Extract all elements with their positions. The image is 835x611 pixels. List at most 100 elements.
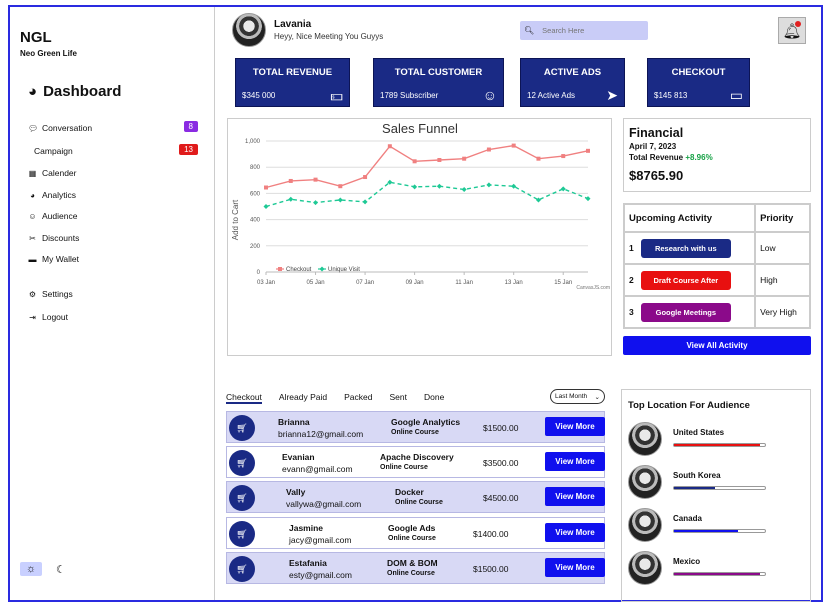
wallet-icon: ▬ xyxy=(28,254,37,264)
stat-value: 12 Active Ads xyxy=(527,91,576,100)
view-more-button[interactable]: View More xyxy=(545,523,605,542)
stat-value: 1789 Subscriber xyxy=(380,90,439,100)
sidebar-item-conversation[interactable]: 💬︎ Conversation 8 xyxy=(28,121,198,133)
tab-sent[interactable]: Sent xyxy=(389,392,407,404)
sidebar: NGL Neo Green Life ◕ Dashboard 💬︎ Conversa… xyxy=(10,7,215,600)
moon-icon[interactable]: ☾ xyxy=(56,563,66,576)
customer-email: esty@gmail.com xyxy=(289,570,352,580)
view-more-button[interactable]: View More xyxy=(545,452,605,471)
x-tick-label: 07 Jan xyxy=(356,280,374,286)
legend-label: Checkout xyxy=(286,267,312,273)
sidebar-item-campaign[interactable]: Campaign 13 xyxy=(34,144,198,156)
stat-card-ads[interactable]: ACTIVE ADS 12 Active Ads ➤ xyxy=(520,58,625,107)
stat-card-customer[interactable]: TOTAL CUSTOMER 1789 Subscriber ☺ xyxy=(373,58,504,107)
activity-header: Upcoming Activity xyxy=(622,203,757,233)
sidebar-item-logout[interactable]: ⇥ Logout xyxy=(28,312,198,322)
data-point xyxy=(437,157,442,162)
customer-email: vallywa@gmail.com xyxy=(286,499,362,509)
order-tabs: Checkout Already Paid Packed Sent Done xyxy=(226,392,444,404)
location-bar-fill xyxy=(674,487,715,489)
sidebar-item-calender[interactable]: ▦ Calender xyxy=(28,168,198,178)
stat-card-checkout[interactable]: CHECKOUT $145 813 ▭ xyxy=(647,58,750,107)
search-icon[interactable]: 🔍︎ xyxy=(524,26,534,35)
course-type: Online Course xyxy=(391,429,439,436)
sidebar-item-label: Settings xyxy=(42,289,73,299)
tab-packed[interactable]: Packed xyxy=(344,392,372,404)
revenue-label: Total Revenue xyxy=(629,153,684,162)
order-row: 🛒︎ Vally vallywa@gmail.com Docker Online… xyxy=(226,481,605,513)
activity-row: 1 Research with us Low xyxy=(622,231,811,265)
stat-label: CHECKOUT xyxy=(671,67,726,78)
user-name: Lavania xyxy=(274,19,312,30)
period-filter[interactable]: Last Month ⌄ xyxy=(550,389,605,404)
financial-card: Financial April 7, 2023 Total Revenue +8… xyxy=(623,118,811,192)
chart-credit: CanvasJS.com xyxy=(576,285,610,291)
view-all-activity-button[interactable]: View All Activity xyxy=(623,336,811,355)
data-point xyxy=(313,200,319,206)
locations-title: Top Location For Audience xyxy=(628,400,750,411)
cart-icon: 🛒︎ xyxy=(229,521,255,547)
sidebar-item-analytics[interactable]: ◕ Analytics xyxy=(28,190,198,200)
avatar xyxy=(628,465,662,499)
brand-subtitle: Neo Green Life xyxy=(20,49,77,58)
data-point xyxy=(511,143,516,148)
activity-button[interactable]: Draft Course After xyxy=(640,270,731,290)
notification-button[interactable]: 🔔︎ xyxy=(778,17,806,44)
course-name: DOM & BOM xyxy=(387,558,438,568)
sidebar-item-label: Logout xyxy=(42,312,68,322)
view-more-button[interactable]: View More xyxy=(545,487,605,506)
financial-amount: $8765.90 xyxy=(629,168,684,183)
sidebar-item-audience[interactable]: ☺ Audience xyxy=(28,211,198,221)
sidebar-item-label: Analytics xyxy=(42,190,77,200)
avatar[interactable] xyxy=(232,13,266,47)
course-type: Online Course xyxy=(395,499,443,506)
campaign-badge: 13 xyxy=(179,144,198,155)
activity-button[interactable]: Google Meetings xyxy=(640,302,731,322)
data-point xyxy=(264,185,268,190)
data-point xyxy=(288,196,294,202)
activity-table: Upcoming Activity Priority 1 Research wit… xyxy=(622,203,811,329)
x-tick-label: 13 Jan xyxy=(505,280,523,286)
avatar xyxy=(628,508,662,542)
x-tick-label: 15 Jan xyxy=(554,280,572,286)
course-name: Docker xyxy=(395,487,424,497)
view-more-button[interactable]: View More xyxy=(545,417,605,436)
avatar xyxy=(628,422,662,456)
chevron-down-icon: ⌄ xyxy=(594,393,600,401)
dashboard-heading[interactable]: ◕ Dashboard xyxy=(28,83,121,100)
country-name: Mexico xyxy=(673,557,701,566)
stat-label: TOTAL CUSTOMER xyxy=(394,67,483,78)
x-tick-label: 09 Jan xyxy=(406,280,424,286)
sidebar-item-discounts[interactable]: ✂ Discounts xyxy=(28,233,198,243)
tab-done[interactable]: Done xyxy=(424,392,444,404)
data-point xyxy=(263,204,269,209)
location-item: Mexico xyxy=(628,551,808,585)
view-more-button[interactable]: View More xyxy=(545,558,605,577)
notification-dot xyxy=(795,21,801,27)
chart-title: Sales Funnel xyxy=(382,121,458,136)
tab-already-paid[interactable]: Already Paid xyxy=(279,392,327,404)
search-input[interactable] xyxy=(542,26,633,35)
cart-icon: 🛒︎ xyxy=(229,485,255,511)
data-point xyxy=(585,196,591,202)
tab-checkout[interactable]: Checkout xyxy=(226,392,262,404)
data-point xyxy=(486,182,492,188)
stat-card-revenue[interactable]: TOTAL REVENUE $345 000 💵︎ xyxy=(235,58,350,107)
financial-date: April 7, 2023 xyxy=(629,142,677,151)
activity-button[interactable]: Research with us xyxy=(640,238,731,258)
data-point xyxy=(338,184,343,189)
customer-name: Jasmine xyxy=(289,523,324,533)
user-greeting: Heyy, Nice Meeting You Guyys xyxy=(274,32,384,41)
sidebar-item-label: My Wallet xyxy=(42,254,79,264)
stat-label: TOTAL REVENUE xyxy=(252,67,333,78)
sidebar-item-wallet[interactable]: ▬ My Wallet xyxy=(28,254,198,264)
course-name: Apache Discovery xyxy=(380,452,454,462)
location-item: United States xyxy=(628,422,808,456)
order-amount: $1500.00 xyxy=(483,423,519,433)
app-frame: NGL Neo Green Life ◕ Dashboard 💬︎ Conversa… xyxy=(8,5,823,602)
sun-icon[interactable]: ☼ xyxy=(20,562,42,576)
sidebar-item-settings[interactable]: ⚙ Settings xyxy=(28,289,198,299)
location-bar xyxy=(673,486,766,490)
sidebar-item-label: Conversation xyxy=(42,123,93,133)
scissors-icon: ✂ xyxy=(29,233,36,243)
